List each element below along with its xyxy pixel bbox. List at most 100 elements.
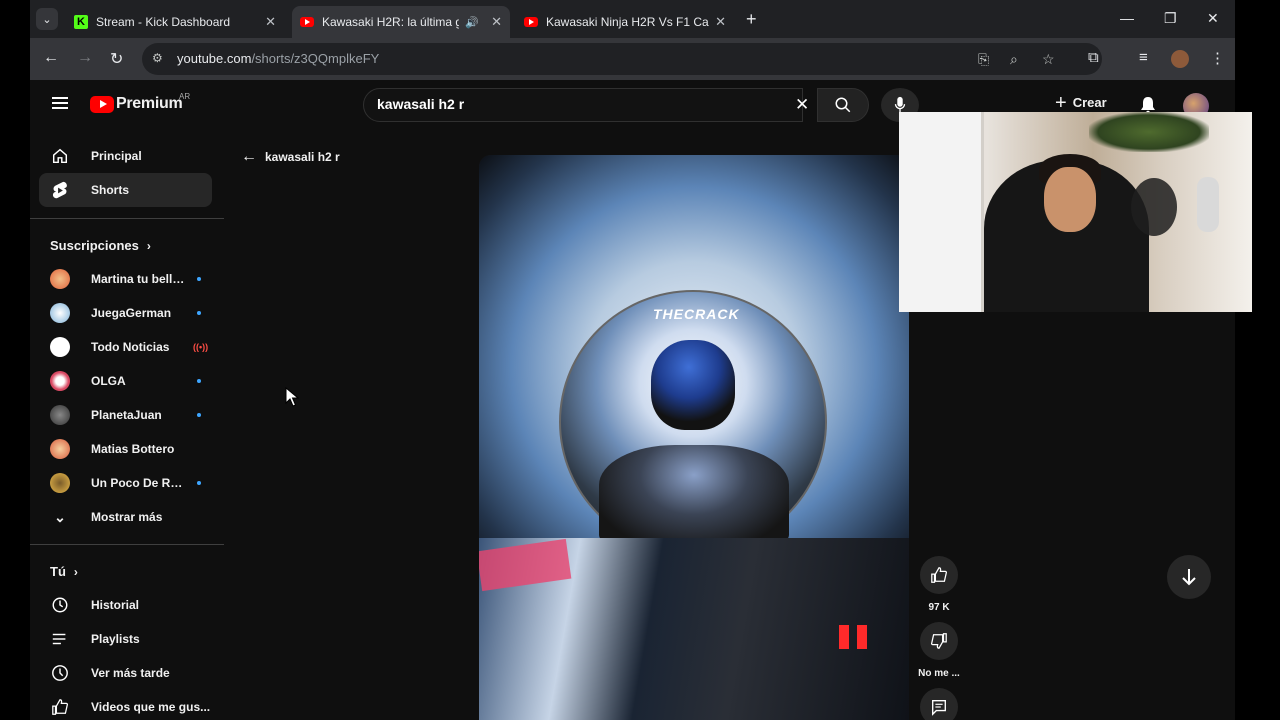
sidebar-item-historial[interactable]: Historial — [39, 588, 212, 622]
channel-avatar — [50, 269, 70, 289]
clear-search-icon[interactable]: ✕ — [795, 95, 809, 115]
profile-avatar[interactable] — [1171, 50, 1189, 68]
search-box[interactable] — [363, 88, 803, 122]
media-control-icon[interactable]: ≡ — [1139, 49, 1148, 66]
you-heading[interactable]: Tú › — [50, 564, 78, 579]
channel-name: JuegaGerman — [91, 306, 172, 320]
new-content-dot — [197, 413, 201, 417]
tab-title: Stream - Kick Dashboard — [96, 15, 231, 29]
tab-kawasaki-vs-f1[interactable]: Kawasaki Ninja H2R Vs F1 Car V ✕ — [516, 6, 734, 38]
search-icon — [835, 97, 851, 113]
sidebar: Principal Shorts Suscripciones › Martina … — [30, 132, 224, 720]
webcam-pop-filter — [1131, 178, 1177, 236]
youtube-icon — [90, 95, 114, 113]
sidebar-item-shorts[interactable]: Shorts — [39, 173, 212, 207]
sidebar-item-label: Playlists — [91, 632, 140, 646]
search-input[interactable] — [377, 96, 777, 112]
forward-button[interactable]: → — [77, 49, 93, 67]
shorts-back-link[interactable]: ← kawasali h2 r — [241, 148, 340, 166]
new-content-dot — [197, 481, 201, 485]
thumbs-up-icon — [50, 698, 70, 716]
zoom-icon[interactable]: ⌕ — [1010, 51, 1018, 68]
create-button[interactable]: + Crear — [1055, 91, 1107, 114]
site-info-icon[interactable]: ⚙ — [152, 51, 163, 65]
subscription-item[interactable]: PlanetaJuan — [39, 398, 212, 432]
subscription-item[interactable]: Matias Bottero — [39, 432, 212, 466]
address-bar[interactable]: ⚙ youtube.com/shorts/z3QQmplkeFY ⎘ ⌕ ☆ — [142, 43, 1102, 75]
install-app-icon[interactable]: ⎘ — [978, 51, 989, 68]
youtube-premium-logo[interactable]: Premium AR — [90, 92, 190, 113]
like-action: 97 K — [920, 556, 958, 613]
webcam-face — [1044, 167, 1096, 232]
restore-button[interactable]: ❐ — [1164, 10, 1177, 27]
sidebar-item-principal[interactable]: Principal — [39, 139, 212, 173]
close-tab-icon[interactable]: ✕ — [715, 14, 726, 30]
chevron-right-icon: › — [146, 239, 151, 253]
home-icon — [50, 147, 70, 165]
new-content-dot — [197, 311, 201, 315]
live-icon: ((•)) — [193, 342, 209, 352]
channel-name: Todo Noticias — [91, 340, 170, 354]
divider — [30, 544, 224, 545]
channel-avatar — [50, 473, 70, 493]
speaker-icon[interactable]: 🔊 — [465, 16, 479, 29]
logo-text: Premium — [116, 95, 183, 112]
comment-icon — [932, 700, 946, 716]
channel-name: OLGA — [91, 374, 126, 388]
browser-window: ⌄ K Stream - Kick Dashboard ✕ Kawasaki H… — [30, 0, 1235, 720]
plus-icon: + — [1055, 91, 1067, 114]
playlist-icon — [50, 631, 70, 647]
next-short-button[interactable] — [1167, 555, 1211, 599]
shorts-video-player[interactable]: THECRACK — [479, 155, 909, 720]
sidebar-item-liked-videos[interactable]: Videos que me gus... — [39, 690, 212, 720]
kick-icon: K — [74, 15, 88, 29]
show-more-button[interactable]: ⌄ Mostrar más — [39, 500, 212, 534]
chevron-down-icon: ⌄ — [54, 508, 66, 525]
webcam-microphone — [1197, 177, 1219, 232]
extensions-icon[interactable]: ⧉ — [1088, 49, 1099, 66]
channel-name: Un Poco De Ruido — [91, 476, 187, 490]
close-window-button[interactable]: ✕ — [1207, 10, 1219, 27]
menu-icon[interactable]: ⋮ — [1210, 49, 1225, 67]
country-code: AR — [179, 92, 191, 101]
subscriptions-heading[interactable]: Suscripciones › — [50, 238, 151, 253]
new-tab-button[interactable]: + — [746, 9, 757, 30]
like-count: 97 K — [928, 602, 950, 613]
comments-button[interactable] — [920, 688, 958, 720]
create-label: Crear — [1072, 95, 1107, 110]
tab-kick[interactable]: K Stream - Kick Dashboard ✕ — [66, 6, 284, 38]
dislike-label: No me ... — [918, 668, 960, 679]
tab-search-button[interactable]: ⌄ — [36, 8, 58, 30]
tab-kawasaki-h2r[interactable]: Kawasaki H2R: la última gra 🔊 ✕ — [292, 6, 510, 38]
subscription-item[interactable]: JuegaGerman — [39, 296, 212, 330]
mouse-cursor-icon — [285, 387, 299, 407]
channel-name: PlanetaJuan — [91, 408, 162, 422]
tab-title: Kawasaki H2R: la última gra — [322, 15, 460, 29]
subscription-item[interactable]: OLGA — [39, 364, 212, 398]
youtube-icon — [524, 17, 538, 27]
tab-strip: ⌄ K Stream - Kick Dashboard ✕ Kawasaki H… — [30, 0, 1235, 38]
sidebar-item-ver-mas-tarde[interactable]: Ver más tarde — [39, 656, 212, 690]
hamburger-menu-icon[interactable] — [52, 97, 68, 109]
close-tab-icon[interactable]: ✕ — [265, 14, 276, 30]
comments-action — [920, 688, 958, 720]
sidebar-item-label: Shorts — [91, 183, 130, 197]
bookmark-star-icon[interactable]: ☆ — [1042, 51, 1055, 68]
sidebar-item-playlists[interactable]: Playlists — [39, 622, 212, 656]
channel-avatar — [50, 303, 70, 323]
subscription-item[interactable]: Todo Noticias ((•)) — [39, 330, 212, 364]
minimize-button[interactable]: — — [1120, 10, 1134, 26]
channel-avatar — [50, 337, 70, 357]
subscription-item[interactable]: Martina tu bella ... — [39, 262, 212, 296]
reload-button[interactable]: ↻ — [110, 49, 123, 69]
sidebar-item-label: Videos que me gus... — [91, 700, 211, 714]
dislike-button[interactable] — [920, 622, 958, 660]
close-tab-icon[interactable]: ✕ — [491, 14, 502, 30]
subscription-item[interactable]: Un Poco De Ruido — [39, 466, 212, 500]
webcam-plant — [1089, 112, 1209, 152]
browser-toolbar: ← → ↻ ⚙ youtube.com/shorts/z3QQmplkeFY ⎘… — [30, 38, 1235, 80]
back-button[interactable]: ← — [43, 49, 59, 67]
like-button[interactable] — [920, 556, 958, 594]
search-button[interactable] — [817, 88, 869, 122]
thumbs-up-icon — [931, 567, 948, 583]
